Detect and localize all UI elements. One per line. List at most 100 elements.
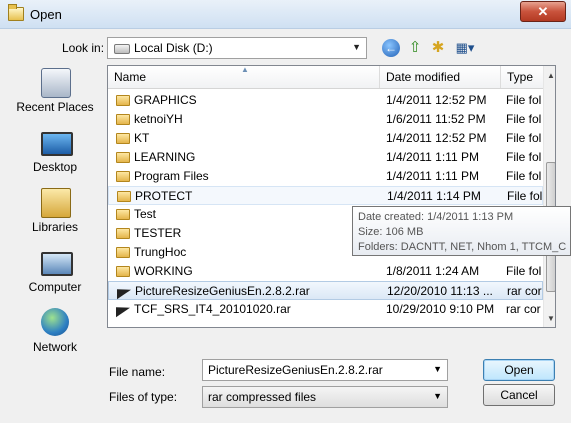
folder-info-tooltip: Date created: 1/4/2011 1:13 PM Size: 106… [352, 206, 571, 256]
cancel-button[interactable]: Cancel [483, 384, 555, 406]
file-row[interactable]: LEARNING 1/4/2011 1:11 PM File fol [108, 148, 543, 167]
chevron-down-icon: ▼ [433, 391, 442, 401]
column-header-type[interactable]: Type [501, 66, 543, 88]
rar-file-icon [116, 303, 130, 315]
up-folder-icon[interactable]: ⇧ [406, 39, 424, 57]
file-type: File fol [506, 93, 542, 107]
file-name: TrungHoc [134, 245, 187, 259]
file-date: 1/8/2011 1:24 AM [386, 264, 480, 278]
file-type-label: Files of type: [109, 390, 178, 404]
tooltip-folders: Folders: DACNTT, NET, Nhom 1, TTCM_C [358, 241, 567, 253]
file-type: File fol [506, 264, 542, 278]
folder-icon [116, 209, 130, 220]
file-name-label: File name: [109, 365, 166, 379]
file-type: rar cor [507, 284, 542, 298]
sort-ascending-icon: ▲ [241, 65, 249, 74]
file-date: 10/29/2010 9:10 PM [386, 302, 495, 316]
folder-icon [116, 266, 130, 277]
tooltip-size: Size: 106 MB [358, 226, 424, 238]
file-name: PROTECT [135, 189, 193, 203]
file-type: File fol [506, 150, 542, 164]
scroll-down-icon[interactable]: ▼ [544, 311, 555, 327]
rar-file-icon [117, 285, 131, 297]
folder-icon [116, 171, 130, 182]
folder-icon [116, 247, 130, 258]
file-type-dropdown[interactable]: rar compressed files ▼ [202, 386, 448, 408]
file-name: TESTER [134, 226, 182, 240]
file-date: 1/4/2011 1:11 PM [386, 169, 479, 183]
file-name: Test [134, 207, 157, 221]
file-row-selected[interactable]: PictureResizeGeniusEn.2.8.2.rar 12/20/20… [108, 281, 543, 300]
file-list[interactable]: Name ▲ Date modified Type GRAPHICS 1/4/2… [107, 65, 556, 328]
file-date: 1/4/2011 1:11 PM [386, 150, 479, 164]
file-row[interactable]: Program Files 1/4/2011 1:11 PM File fol [108, 167, 543, 186]
place-computer[interactable]: Computer [8, 244, 102, 302]
file-row[interactable]: PROTECT 1/4/2011 1:14 PM File fol [108, 186, 543, 205]
file-row[interactable]: ketnoiYH 1/6/2011 11:52 PM File fol [108, 110, 543, 129]
close-button[interactable]: ✕ [520, 1, 566, 22]
file-type: File fol [506, 112, 542, 126]
file-row[interactable]: GRAPHICS 1/4/2011 12:52 PM File fol [108, 91, 543, 110]
file-name: KT [134, 131, 150, 145]
chevron-down-icon: ▼ [352, 42, 361, 52]
file-name: LEARNING [134, 150, 196, 164]
libraries-icon [41, 188, 71, 218]
file-type: File fol [507, 189, 543, 203]
folder-icon [116, 114, 130, 125]
place-recent-places[interactable]: Recent Places [8, 64, 102, 122]
recent-places-icon [41, 68, 71, 98]
place-desktop[interactable]: Desktop [8, 124, 102, 182]
file-type: File fol [506, 169, 542, 183]
chevron-down-icon[interactable]: ▼ [433, 364, 442, 374]
file-row[interactable]: KT 1/4/2011 12:52 PM File fol [108, 129, 543, 148]
places-bar: Recent Places Desktop Libraries Computer… [8, 64, 102, 416]
desktop-icon [41, 132, 73, 156]
scroll-up-icon[interactable]: ▲ [544, 68, 555, 84]
vertical-scrollbar[interactable]: ▲ ▼ [543, 66, 555, 327]
file-date: 12/20/2010 11:13 ... [387, 284, 493, 298]
file-date: 1/4/2011 12:52 PM [386, 93, 487, 107]
file-name: WORKING [134, 264, 193, 278]
column-header-date[interactable]: Date modified [380, 66, 501, 88]
file-date: 1/4/2011 1:14 PM [387, 189, 481, 203]
network-icon [41, 308, 69, 336]
place-network[interactable]: Network [8, 304, 102, 362]
folder-icon [116, 133, 130, 144]
file-name: ketnoiYH [134, 112, 183, 126]
place-label: Desktop [32, 160, 78, 174]
folder-icon [116, 95, 130, 106]
file-row[interactable]: WORKING 1/8/2011 1:24 AM File fol [108, 262, 543, 281]
column-header-row: Name ▲ Date modified Type [108, 66, 543, 89]
folder-icon [116, 152, 130, 163]
place-label: Libraries [31, 220, 79, 234]
file-row[interactable]: TCF_SRS_IT4_20101020.rar 10/29/2010 9:10… [108, 300, 543, 319]
file-date: 1/4/2011 12:52 PM [386, 131, 487, 145]
tooltip-date-created: Date created: 1/4/2011 1:13 PM [358, 211, 514, 223]
views-menu-icon[interactable]: ▦▾ [453, 39, 477, 57]
file-name-value: PictureResizeGeniusEn.2.8.2.rar [208, 363, 383, 377]
file-name: TCF_SRS_IT4_20101020.rar [134, 302, 291, 316]
place-label: Network [32, 340, 77, 354]
folder-icon [117, 191, 131, 202]
drive-icon [114, 44, 130, 54]
place-label: Recent Places [16, 100, 94, 114]
place-label: Computer [28, 280, 82, 294]
back-icon[interactable]: ← [382, 39, 400, 57]
place-libraries[interactable]: Libraries [8, 184, 102, 242]
file-name: Program Files [134, 169, 209, 183]
look-in-label: Look in: [62, 41, 105, 55]
computer-icon [41, 252, 73, 276]
file-name-input[interactable]: PictureResizeGeniusEn.2.8.2.rar ▼ [202, 359, 448, 381]
window-title: Open [30, 7, 62, 22]
look-in-dropdown[interactable]: Local Disk (D:) ▼ [107, 37, 367, 59]
file-name: GRAPHICS [134, 93, 197, 107]
new-folder-icon[interactable]: ✱ [429, 39, 447, 57]
folder-icon [8, 4, 24, 21]
file-name: PictureResizeGeniusEn.2.8.2.rar [135, 284, 310, 298]
file-type: File fol [506, 131, 542, 145]
file-date: 1/6/2011 11:52 PM [386, 112, 486, 126]
folder-icon [116, 228, 130, 239]
open-button[interactable]: Open [483, 359, 555, 381]
file-type: rar cor [506, 302, 541, 316]
look-in-value: Local Disk (D:) [134, 41, 213, 55]
